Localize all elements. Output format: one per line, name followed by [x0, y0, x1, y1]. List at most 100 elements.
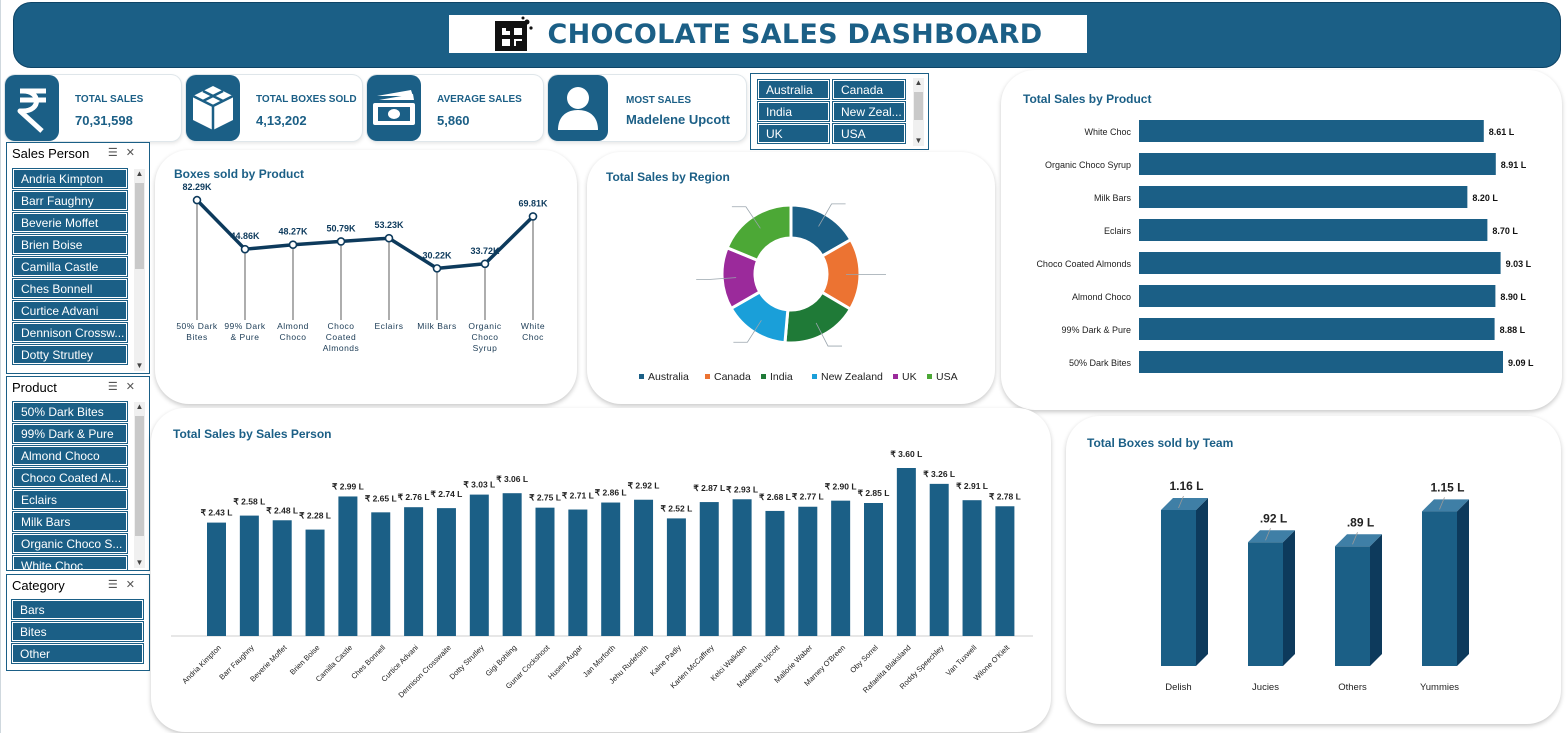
legend-swatch [705, 374, 710, 379]
data-label: 33.72K [470, 246, 500, 256]
slicer-item-australia[interactable]: Australia [757, 79, 830, 100]
slicer-item-person[interactable]: Andria Kimpton [12, 168, 128, 189]
slicer-item-category[interactable]: Bars [11, 599, 144, 620]
sales-by-person-card: Total Sales by Sales Person ₹ 2.43 L Andr… [151, 408, 1051, 732]
slicer-header: Category [12, 578, 65, 593]
tick-label: Dotty Strutley [448, 643, 486, 681]
slicer-item-person[interactable]: Ches Bonnell [12, 278, 128, 299]
slicer-item-person[interactable]: Curtice Advani [12, 300, 128, 321]
slicer-item-usa[interactable]: USA [832, 123, 906, 144]
slicer-item-product[interactable]: Eclairs [12, 489, 128, 510]
data-label: ₹ 2.68 L [759, 492, 791, 502]
slicer-item-category[interactable]: Bites [11, 621, 144, 642]
slicer-item-new-zealand[interactable]: New Zeal... [832, 101, 906, 122]
title-box: CHOCOLATE SALES DASHBOARD [449, 15, 1087, 53]
scroll-thumb[interactable] [914, 92, 923, 120]
tick-label: 99% Dark [224, 321, 266, 331]
legend-label: India [770, 371, 793, 383]
data-point [432, 264, 442, 273]
data-label: 44.86K [230, 231, 260, 241]
scroll-down-icon[interactable]: ▼ [134, 361, 145, 371]
kpi-average-sales: AVERAGE SALES 5,860 [367, 75, 543, 141]
data-label: ₹ 2.76 L [398, 492, 430, 502]
kpi-label: AVERAGE SALES [437, 94, 522, 105]
bar [601, 502, 621, 636]
tick-label: Oby Sorrel [848, 643, 880, 675]
bar [1248, 542, 1283, 666]
scroll-thumb[interactable] [135, 183, 144, 269]
boxes-by-product-chart: 82.29K 50% DarkBites 44.86K 99% Dark& Pure 4… [176, 182, 548, 353]
kpi-total-boxes: TOTAL BOXES SOLD 4,13,202 [186, 75, 362, 141]
data-label: ₹ 2.92 L [628, 481, 660, 491]
scroll-up-icon[interactable]: ▲ [134, 169, 145, 179]
legend-label: New Zealand [821, 371, 883, 383]
tick-label: Eclairs [1104, 226, 1132, 236]
tick-label: White [521, 321, 545, 331]
slicer-item-person[interactable]: Dotty Strutley [12, 344, 128, 365]
slicer-scrollbar[interactable]: ▲ ▼ [913, 78, 924, 146]
tick-label: Choco [471, 332, 498, 342]
slicer-item-category[interactable]: Other [11, 643, 144, 664]
slicer-item-person[interactable]: Beverie Moffet [12, 212, 128, 233]
bar [1139, 186, 1468, 208]
clear-filter-icon[interactable]: ✕ [126, 579, 143, 591]
scroll-down-icon[interactable]: ▼ [134, 558, 145, 568]
bar [634, 499, 654, 636]
data-label: .89 L [1347, 515, 1374, 529]
data-label: 82.29K [182, 182, 212, 192]
slicer-tools: ☰✕ [108, 380, 143, 393]
slicer-item-product[interactable]: Organic Choco S... [12, 533, 128, 554]
slicer-item-person[interactable]: Dennison Crossw... [12, 322, 128, 343]
slicer-item-product[interactable]: 99% Dark & Pure [12, 423, 128, 444]
slicer-item-product[interactable]: Milk Bars [12, 511, 128, 532]
slicer-item-product[interactable]: Choco Coated Al... [12, 467, 128, 488]
kpi-label: TOTAL SALES [75, 94, 144, 105]
sales-by-person-chart: ₹ 2.43 LAndria Kimpton₹ 2.58 LBarr Faugh… [171, 449, 1033, 700]
clear-filter-icon[interactable]: ✕ [126, 381, 143, 393]
category-slicer: Category ☰✕ Bars Bites Other [6, 574, 150, 671]
slicer-item-canada[interactable]: Canada [832, 79, 906, 100]
bar [272, 520, 292, 636]
slicer-scrollbar[interactable]: ▲ ▼ [134, 169, 145, 371]
slicer-header: Product [12, 380, 57, 395]
tick-label: Choco [327, 321, 354, 331]
sales-by-region-chart: Australia Canada India New Zealand UK USA [639, 203, 958, 383]
clear-filter-icon[interactable]: ✕ [126, 147, 143, 159]
bar [699, 502, 719, 636]
slicer-item-person[interactable]: Camilla Castle [12, 256, 128, 277]
data-point [240, 244, 250, 254]
bar-side [1196, 498, 1208, 666]
tick-label: Coated [326, 332, 356, 342]
data-label: 50.79K [326, 223, 356, 233]
scroll-thumb[interactable] [135, 416, 144, 536]
slicer-item-person[interactable]: Brien Boise [12, 234, 128, 255]
tick-label: Milk Bars [417, 321, 456, 331]
bar [1139, 318, 1495, 340]
slicer-item-product[interactable]: White Choc [12, 555, 128, 571]
data-label: ₹ 2.65 L [365, 493, 397, 503]
legend-label: USA [936, 371, 958, 383]
kpi-value: 4,13,202 [256, 113, 307, 128]
slicer-item-product[interactable]: Almond Choco [12, 445, 128, 466]
slicer-item-person[interactable]: Barr Faughny [12, 190, 128, 211]
data-label: 8.61 L [1489, 127, 1515, 137]
boxes-by-team-chart: 1.16 L Delish .92 L Jucies .89 L Others 1.15 L… [1161, 479, 1469, 693]
slicer-scrollbar[interactable]: ▲ ▼ [134, 402, 145, 568]
bar-side [1370, 534, 1382, 666]
data-label: ₹ 2.58 L [233, 497, 265, 507]
multi-select-icon[interactable]: ☰ [108, 381, 126, 393]
slicer-item-product[interactable]: 50% Dark Bites [12, 401, 128, 422]
multi-select-icon[interactable]: ☰ [108, 579, 126, 591]
scroll-up-icon[interactable]: ▲ [913, 78, 924, 88]
data-label: 1.16 L [1169, 479, 1203, 493]
legend-label: UK [902, 371, 917, 383]
tick-label: Brien Boise [288, 643, 321, 676]
scroll-down-icon[interactable]: ▼ [913, 136, 924, 146]
bar [1139, 219, 1488, 241]
data-point [384, 233, 394, 243]
multi-select-icon[interactable]: ☰ [108, 147, 126, 159]
boxes-by-product-card: Boxes sold by Product 82.29K 50% Dark Bite… [155, 150, 577, 404]
slicer-item-uk[interactable]: UK [757, 123, 830, 144]
scroll-up-icon[interactable]: ▲ [134, 402, 145, 412]
slicer-item-india[interactable]: India [757, 101, 830, 122]
